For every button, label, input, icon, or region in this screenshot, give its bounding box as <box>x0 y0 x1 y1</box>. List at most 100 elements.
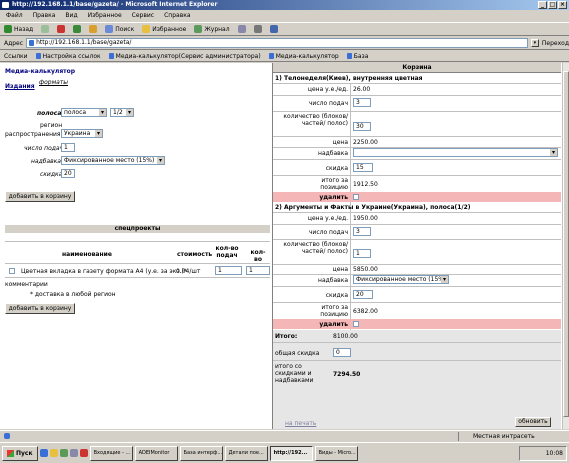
menu-favorites[interactable]: Избранное <box>88 11 122 21</box>
search-icon <box>105 25 114 33</box>
address-input[interactable]: http://192.168.1.1/base/gazeta/ <box>26 38 528 48</box>
links-bar: Ссылки Настройка ссылок Медиа-калькулято… <box>0 51 569 62</box>
item2-delete-label: удалить <box>319 321 348 328</box>
task-details[interactable]: Детали пое... <box>224 445 268 461</box>
home-icon <box>89 25 98 33</box>
tab-formats[interactable]: форматы <box>39 79 68 86</box>
favorites-label: Избранное <box>152 25 187 33</box>
scrollbar-thumb[interactable] <box>563 71 569 417</box>
polosa-size-select[interactable]: 1/2 <box>110 108 134 117</box>
sp-row-checkbox[interactable] <box>9 268 15 274</box>
home-button[interactable] <box>89 25 98 33</box>
task-base-interface[interactable]: База интерф... <box>179 445 223 461</box>
special-projects-title: спецпроекты <box>5 225 270 233</box>
polosa-value: полоса <box>64 109 87 116</box>
task-adei-monitor[interactable]: ADEIMonitor <box>134 445 178 461</box>
address-bar: Адрес http://192.168.1.1/base/gazeta/ ▾ … <box>0 37 569 50</box>
item1-podach-input[interactable]: 3 <box>353 98 371 107</box>
link-media-calc-admin[interactable]: Медиа-калькулятор(Сервис администратора) <box>109 53 261 60</box>
minimize-button[interactable]: _ <box>538 1 547 9</box>
favorites-icon <box>142 25 151 33</box>
refresh-cart-button[interactable]: обновить <box>515 417 551 427</box>
menu-edit[interactable]: Правка <box>33 11 56 21</box>
item1-qty-input[interactable]: 30 <box>353 122 371 131</box>
sp-row-podach-input[interactable]: 1 <box>215 266 242 275</box>
history-icon <box>194 25 203 33</box>
general-skidka-input[interactable]: 0 <box>333 348 351 357</box>
sp-row-qty-input[interactable]: 1 <box>246 266 270 275</box>
general-skidka-value: 0 <box>336 349 340 356</box>
page-done-icon <box>4 433 10 439</box>
cart-title: Корзина <box>273 63 561 73</box>
status-bar: Местная интрасеть <box>0 430 569 441</box>
item2-nadbavka-select[interactable]: Фиксированное место (15%) <box>353 275 449 284</box>
skidka-input[interactable]: 20 <box>61 169 75 178</box>
journal-button[interactable]: Журнал <box>194 25 230 33</box>
forward-button[interactable] <box>41 25 50 33</box>
nadbavka-select[interactable]: Фиксированное место (15%) <box>61 156 165 165</box>
sp-row-name: Цветная вкладка в газету формата А4 (у.е… <box>21 268 187 275</box>
sp-row-qty-value: 1 <box>249 267 253 274</box>
search-button[interactable]: Поиск <box>105 25 134 33</box>
vertical-scrollbar[interactable] <box>562 63 569 429</box>
item1-delete-checkbox[interactable] <box>353 194 359 200</box>
app-quicklaunch-icon[interactable] <box>69 449 78 457</box>
maximize-button[interactable]: □ <box>548 1 557 9</box>
add-to-cart-button-2[interactable]: добавить в корзину <box>5 303 75 314</box>
item2-price: 5850.00 <box>353 266 378 273</box>
item1-price-unit: 26.00 <box>353 86 371 93</box>
start-button[interactable]: Пуск <box>2 445 38 461</box>
task-inbox[interactable]: Входящие - ... <box>89 445 133 461</box>
menu-view[interactable]: Вид <box>65 11 77 21</box>
link-base[interactable]: База <box>347 53 369 60</box>
item2-total-label: итого за позицию <box>320 304 348 318</box>
item1-nadbavka-select[interactable] <box>353 148 558 157</box>
desktop-quicklaunch-icon[interactable] <box>59 449 68 457</box>
item2-podach-input[interactable]: 3 <box>353 227 371 236</box>
add-to-cart-button[interactable]: добавить в корзину <box>5 191 75 202</box>
podach-label: число подач <box>24 145 64 152</box>
favorites-button[interactable]: Избранное <box>142 25 186 33</box>
region-select[interactable]: Украина <box>61 129 103 138</box>
ie-quicklaunch-icon[interactable] <box>39 449 48 457</box>
podach-input[interactable]: 1 <box>61 143 75 152</box>
edit-button[interactable] <box>269 25 278 33</box>
menu-file[interactable]: Файл <box>6 11 23 21</box>
item2-delete-checkbox[interactable] <box>353 321 359 327</box>
mail-icon <box>237 25 246 33</box>
item2-skidka-input[interactable]: 20 <box>353 290 373 299</box>
tab-izdaniya[interactable]: Издания <box>5 83 35 90</box>
sp-header-podach: кол-во подач <box>215 245 239 259</box>
item1-price-label: цена <box>332 139 348 146</box>
zone-label: Местная интрасеть <box>458 432 535 441</box>
item2-total: 6382.00 <box>353 308 378 315</box>
item1-nadbavka-label: надбавка <box>318 150 348 157</box>
print-button[interactable] <box>253 25 262 33</box>
stop-button[interactable] <box>57 25 66 33</box>
close-button[interactable]: × <box>558 1 567 9</box>
task-ie-active[interactable]: http://192... <box>269 445 313 461</box>
cart-panel: Корзина 1) Телонеделя(Киев), внутренняя … <box>272 63 561 429</box>
item1-podach-value: 3 <box>356 99 360 106</box>
item1-price-unit-label: цена у.е./ед. <box>307 86 348 93</box>
go-button[interactable]: Переход <box>542 40 569 47</box>
address-dropdown[interactable]: ▾ <box>530 39 539 47</box>
mail-button[interactable] <box>237 25 246 33</box>
print-icon <box>253 25 262 33</box>
item2-qty-input[interactable]: 1 <box>353 249 371 258</box>
polosa-select[interactable]: полоса <box>61 108 107 117</box>
link-media-calc[interactable]: Медиа-калькулятор <box>269 53 339 60</box>
back-button[interactable]: Назад <box>4 25 33 33</box>
refresh-icon <box>73 25 82 33</box>
task-views[interactable]: Виды - Micro... <box>314 445 358 461</box>
refresh-button[interactable] <box>73 25 82 33</box>
menu-help[interactable]: Справка <box>164 11 190 21</box>
search-label: Поиск <box>115 25 135 33</box>
outlook-quicklaunch-icon[interactable] <box>49 449 58 457</box>
window-titlebar: http://192.168.1.1/base/gazeta/ - Micros… <box>0 0 569 10</box>
menu-tools[interactable]: Сервис <box>132 11 154 21</box>
app2-quicklaunch-icon[interactable] <box>79 449 88 457</box>
print-link[interactable]: на печать <box>285 420 316 427</box>
item1-skidka-input[interactable]: 15 <box>353 163 373 172</box>
link-settings[interactable]: Настройка ссылок <box>36 53 101 60</box>
